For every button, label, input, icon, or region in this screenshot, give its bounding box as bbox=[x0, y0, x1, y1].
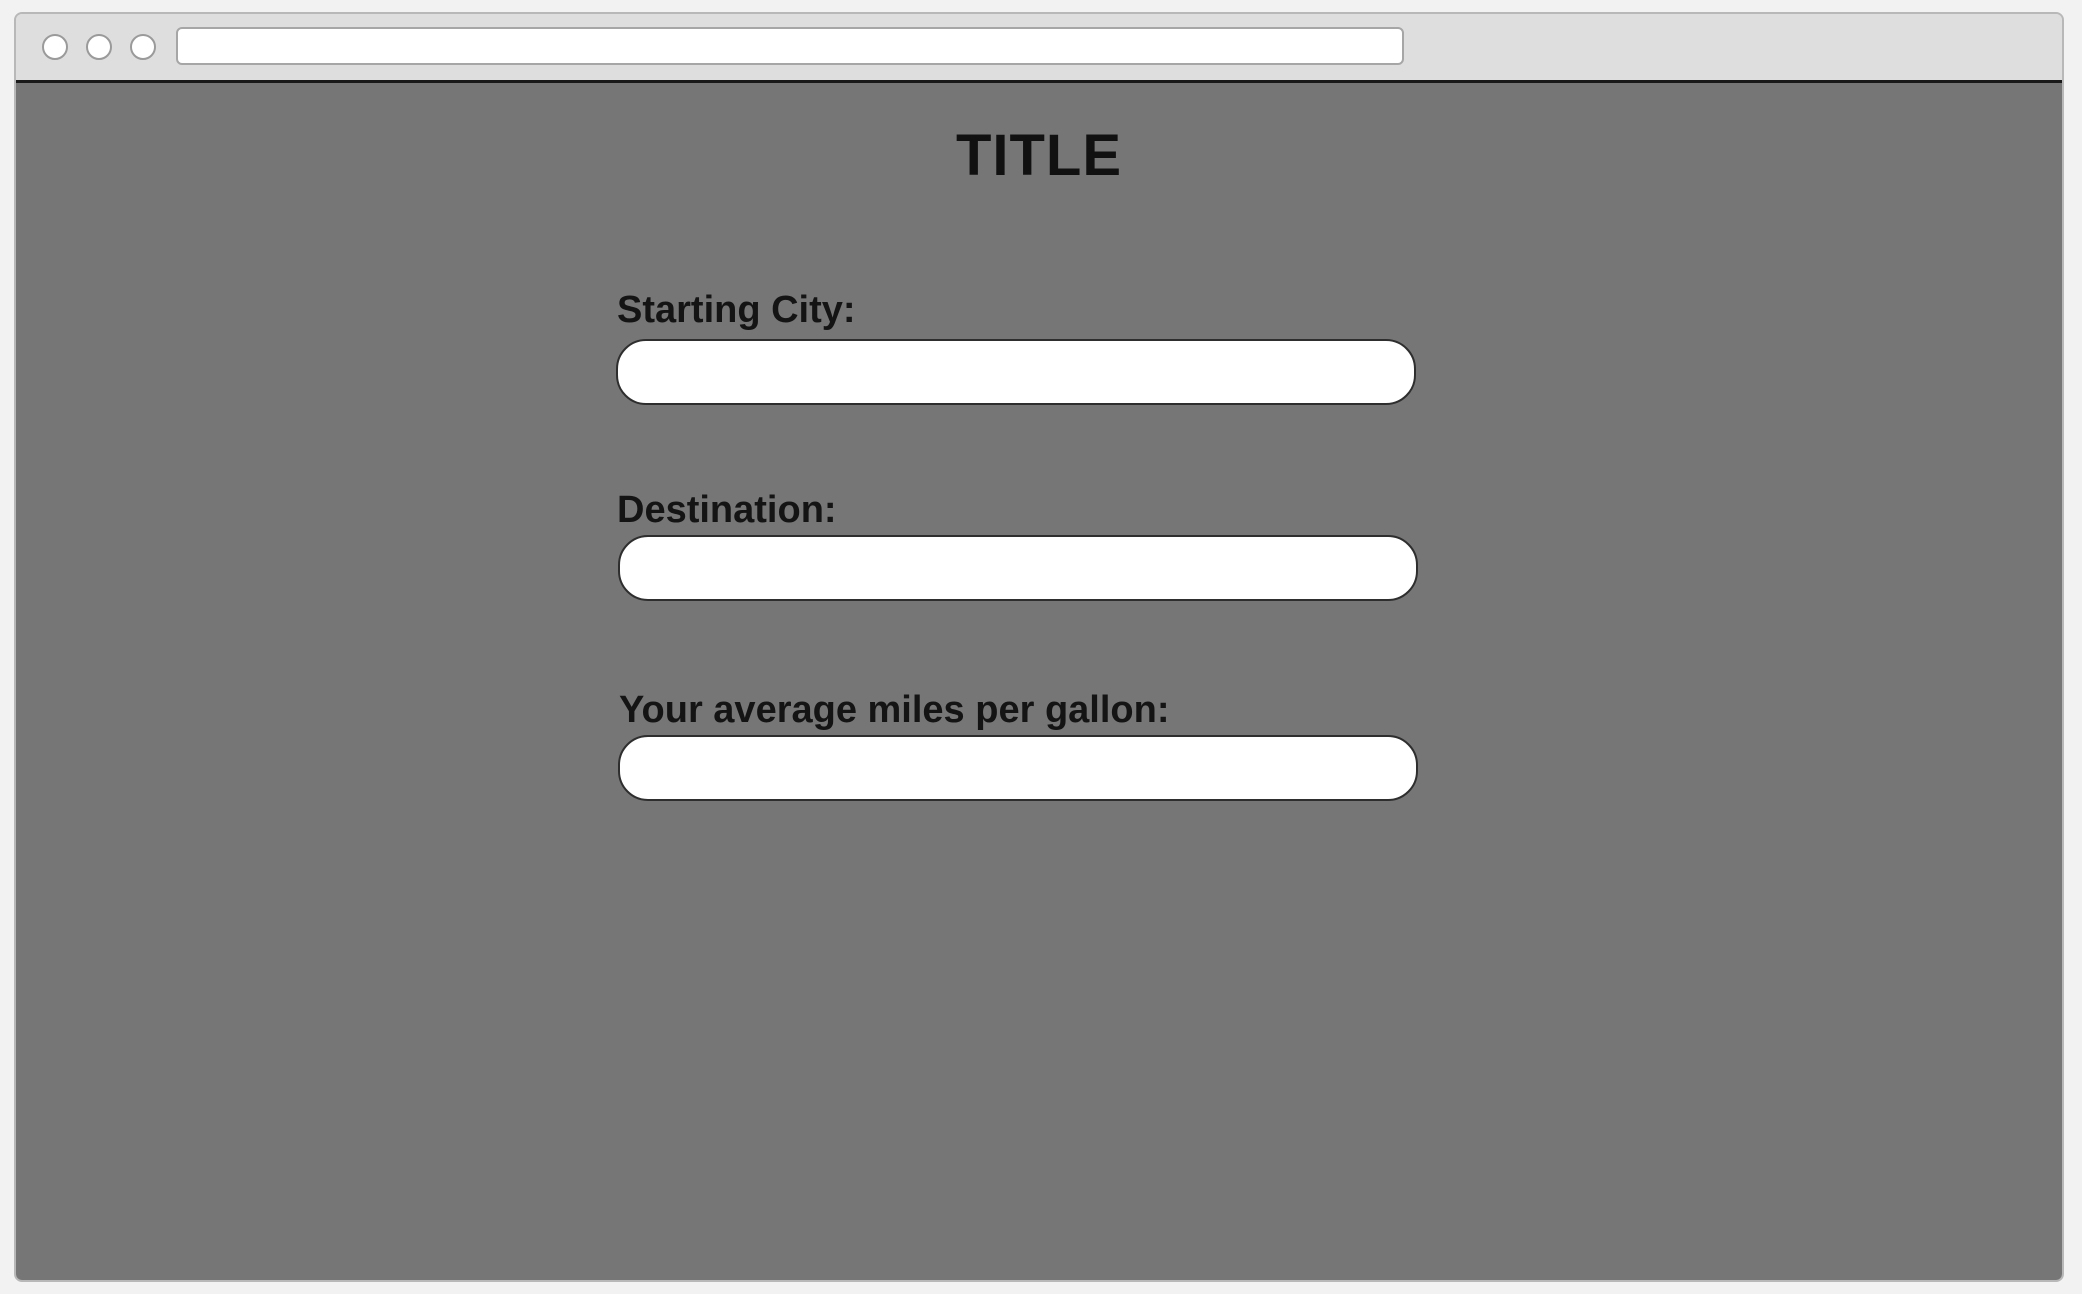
destination-input[interactable] bbox=[618, 535, 1418, 601]
starting-city-input[interactable] bbox=[616, 339, 1416, 405]
window-minimize-button[interactable] bbox=[86, 34, 112, 60]
page-content: TITLE Starting City: Destination: Your a… bbox=[16, 80, 2062, 1280]
window-maximize-button[interactable] bbox=[130, 34, 156, 60]
browser-window: TITLE Starting City: Destination: Your a… bbox=[14, 12, 2064, 1282]
mpg-label: Your average miles per gallon: bbox=[619, 689, 1170, 731]
page-title: TITLE bbox=[955, 123, 1123, 188]
starting-city-label: Starting City: bbox=[617, 289, 856, 331]
window-close-button[interactable] bbox=[42, 34, 68, 60]
mpg-input[interactable] bbox=[618, 735, 1418, 801]
destination-label: Destination: bbox=[617, 489, 837, 531]
browser-titlebar bbox=[16, 14, 2062, 80]
address-bar[interactable] bbox=[176, 27, 1404, 65]
